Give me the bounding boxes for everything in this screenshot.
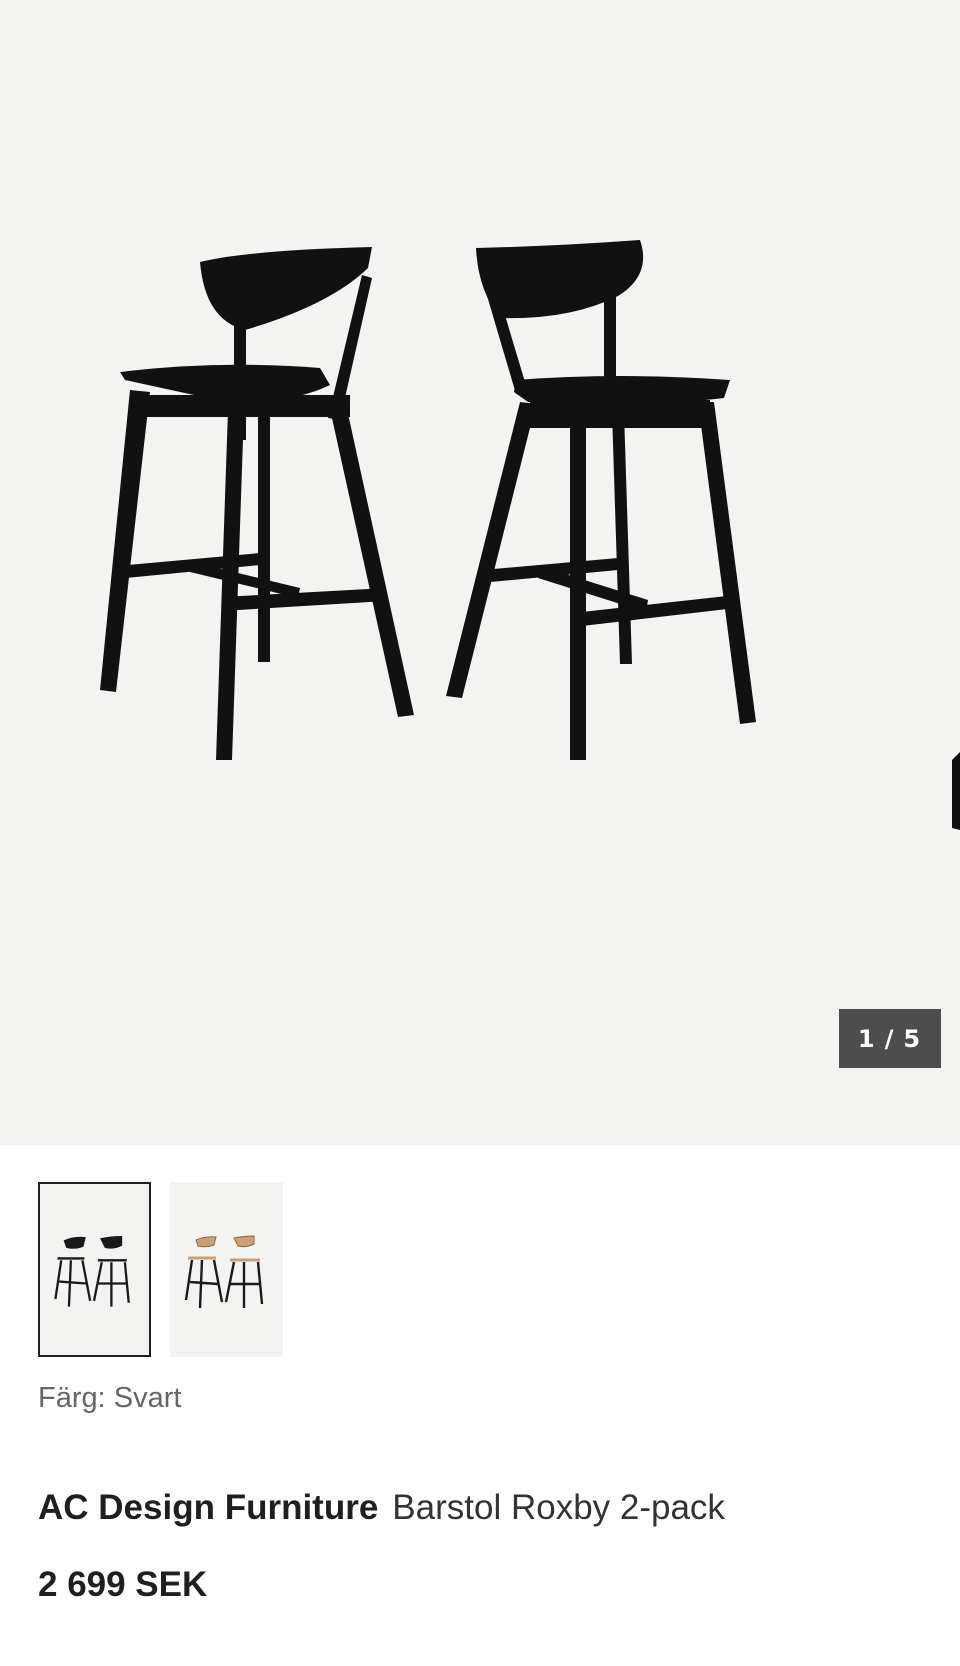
bar-stools-hero-image[interactable] <box>0 0 960 1145</box>
brand-name[interactable]: AC Design Furniture <box>38 1488 378 1527</box>
selected-color-label: Färg: Svart <box>38 1382 182 1414</box>
color-thumbnails <box>38 1182 283 1357</box>
image-counter-separator: / <box>884 1024 896 1053</box>
product-title: AC Design Furniture Barstol Roxby 2-pack <box>38 1488 725 1528</box>
thumbnail-black[interactable] <box>38 1182 151 1357</box>
product-image-gallery[interactable]: 1 / 5 <box>0 0 960 1145</box>
product-price: 2 699 SEK <box>38 1565 208 1604</box>
oak-bar-stools-thumbnail-icon <box>184 1235 264 1309</box>
thumbnail-oak[interactable] <box>170 1182 283 1357</box>
image-counter-current: 1 <box>857 1024 877 1053</box>
product-name: Barstol Roxby 2-pack <box>392 1488 725 1527</box>
black-bar-stools-thumbnail-icon <box>54 1236 130 1307</box>
image-counter: 1 / 5 <box>839 1009 941 1068</box>
image-counter-total: 5 <box>903 1024 923 1053</box>
